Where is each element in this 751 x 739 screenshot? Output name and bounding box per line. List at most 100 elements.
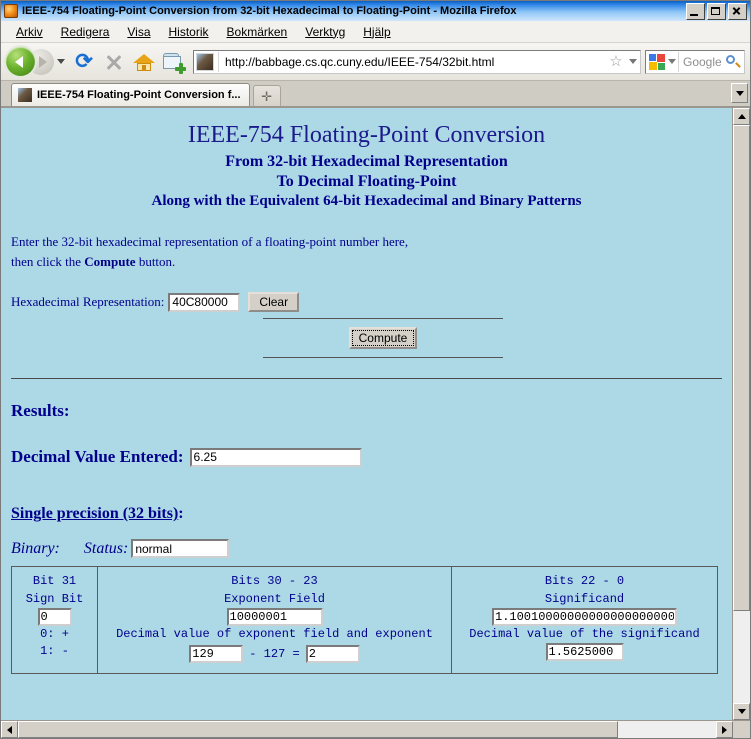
- menu-item-verktyg-label: Verktyg: [305, 24, 346, 39]
- tab-label: IEEE-754 Floating-Point Conversion f...: [37, 89, 241, 101]
- tab-ieee754[interactable]: IEEE-754 Floating-Point Conversion f...: [11, 83, 250, 106]
- maximize-button[interactable]: [707, 2, 726, 20]
- back-forward-group: [6, 47, 65, 76]
- menu-item-redigera-label: Redigera: [60, 24, 110, 39]
- horizontal-scroll-thumb[interactable]: [18, 721, 619, 738]
- exponent-result-input[interactable]: [305, 645, 360, 664]
- search-bar[interactable]: Google: [645, 49, 745, 74]
- browser-window: IEEE-754 Floating-Point Conversion from …: [0, 0, 751, 739]
- close-button[interactable]: [728, 2, 747, 20]
- clear-button[interactable]: Clear: [248, 292, 300, 313]
- exponent-bias-text: - 127 =: [249, 646, 300, 661]
- google-icon-q1: [649, 53, 656, 61]
- significand-decimal-input[interactable]: [545, 643, 624, 662]
- sign-bit-column: Bit 31 Sign Bit 0: + 1: -: [12, 567, 98, 674]
- significand-column: Bits 22 - 0 Significand Decimal value of…: [452, 567, 717, 673]
- compute-section: Compute: [263, 318, 503, 359]
- vertical-scroll-track[interactable]: [733, 125, 750, 703]
- instructions-line-2-post: button.: [135, 254, 176, 270]
- back-button[interactable]: [6, 47, 35, 76]
- maximize-icon: [708, 4, 725, 19]
- menu-bar: Arkiv Redigera Visa Historik Bokmärken V…: [1, 21, 750, 43]
- menu-item-historik-label: Historik: [168, 24, 209, 39]
- search-icon[interactable]: [724, 53, 742, 71]
- tab-strip: IEEE-754 Floating-Point Conversion f... …: [1, 81, 750, 107]
- significand-field-label: Significand: [544, 591, 625, 606]
- horizontal-scroll-track[interactable]: [18, 721, 716, 738]
- exponent-column: Bits 30 - 23 Exponent Field Decimal valu…: [98, 567, 452, 674]
- menu-item-arkiv[interactable]: Arkiv: [7, 23, 52, 41]
- address-bar[interactable]: http://babbage.cs.qc.cuny.edu/IEEE-754/3…: [193, 49, 641, 74]
- home-icon[interactable]: [132, 49, 156, 75]
- sign-value-wrap: [16, 608, 93, 627]
- sign-bits-label: Bit 31: [32, 574, 77, 589]
- significand-binary-wrap: [456, 608, 713, 627]
- sign-field-label: Sign Bit: [25, 591, 84, 606]
- exponent-decimal-input[interactable]: [189, 645, 244, 664]
- instructions: Enter the 32-bit hexadecimal representat…: [11, 232, 722, 272]
- reload-icon[interactable]: ⟳: [72, 49, 96, 75]
- menu-item-visa[interactable]: Visa: [118, 23, 159, 41]
- menu-item-historik[interactable]: Historik: [160, 23, 218, 41]
- results-heading: Results:: [11, 401, 70, 421]
- compute-button[interactable]: Compute: [348, 327, 418, 350]
- minimize-button[interactable]: [686, 2, 705, 20]
- page-favicon-icon: [196, 52, 214, 71]
- minimize-icon: [687, 4, 704, 19]
- scroll-down-button[interactable]: [733, 703, 750, 720]
- bit-fields-table: Bit 31 Sign Bit 0: + 1: - Bits 30 - 23 E…: [11, 566, 718, 675]
- bookmark-star-icon[interactable]: ☆: [606, 54, 626, 69]
- google-icon[interactable]: [649, 53, 665, 70]
- significand-binary-input[interactable]: [492, 608, 677, 627]
- chevron-down-icon[interactable]: [57, 59, 65, 64]
- status-input[interactable]: [131, 539, 230, 559]
- decimal-value-input[interactable]: [189, 447, 362, 467]
- search-input[interactable]: Google: [679, 55, 724, 69]
- significand-decimal-wrap: [456, 643, 713, 662]
- hex-input[interactable]: [168, 292, 241, 312]
- page-subtitle-2: To Decimal Floating-Point: [276, 173, 457, 190]
- google-icon-q3: [649, 61, 657, 70]
- exponent-binary-wrap: [102, 608, 447, 627]
- home-door: [142, 64, 146, 71]
- list-all-tabs-button[interactable]: [731, 83, 748, 103]
- window-controls: [686, 2, 748, 20]
- menu-item-bokmarken-label: Bokmärken: [226, 24, 288, 39]
- scroll-right-button[interactable]: [716, 721, 733, 738]
- sign-legend-minus: 1: -: [40, 644, 69, 659]
- hex-label: Hexadecimal Representation:: [11, 294, 165, 310]
- scroll-left-button[interactable]: [1, 721, 18, 738]
- sign-bit-input[interactable]: [37, 608, 72, 627]
- section-divider: [11, 378, 722, 380]
- new-tab-button[interactable]: ✛: [252, 85, 281, 106]
- menu-item-hjalp[interactable]: Hjälp: [354, 23, 399, 41]
- decimal-value-row: Decimal Value Entered:: [11, 447, 722, 467]
- window-title: IEEE-754 Floating-Point Conversion from …: [22, 5, 517, 17]
- exponent-binary-input[interactable]: [226, 608, 323, 627]
- scroll-up-button[interactable]: [733, 108, 750, 125]
- firefox-icon: [4, 4, 18, 18]
- page-subtitle-1: From 32-bit Hexadecimal Representation: [225, 153, 508, 170]
- menu-item-redigera[interactable]: Redigera: [52, 23, 119, 41]
- vertical-scroll-thumb[interactable]: [733, 125, 750, 611]
- navigation-toolbar: ⟳ http://babbage.cs.qc.cuny.edu/IEEE-754…: [1, 43, 750, 81]
- single-precision-heading: Single precision (32 bits):: [11, 505, 722, 523]
- window-titlebar: IEEE-754 Floating-Point Conversion from …: [1, 1, 750, 21]
- address-dropdown-icon[interactable]: [626, 59, 640, 64]
- divider-top: [263, 318, 503, 320]
- search-engine-dropdown-icon[interactable]: [666, 59, 678, 64]
- menu-item-verktyg[interactable]: Verktyg: [296, 23, 354, 41]
- page-subtitle-3: Along with the Equivalent 64-bit Hexadec…: [151, 193, 582, 209]
- vertical-scrollbar[interactable]: [732, 108, 750, 720]
- web-page: IEEE-754 Floating-Point Conversion From …: [1, 108, 732, 720]
- exponent-decimal-label: Decimal value of exponent field and expo…: [116, 627, 433, 642]
- single-precision-heading-text: Single precision (32 bits): [11, 505, 179, 523]
- google-icon-q2: [657, 53, 665, 62]
- stop-icon[interactable]: [102, 49, 126, 75]
- menu-item-bokmarken[interactable]: Bokmärken: [218, 23, 297, 41]
- horizontal-scrollbar[interactable]: [1, 720, 750, 738]
- binary-label: Binary:: [11, 539, 60, 557]
- address-input[interactable]: http://babbage.cs.qc.cuny.edu/IEEE-754/3…: [219, 55, 606, 69]
- subscribe-folder-icon[interactable]: [161, 49, 187, 75]
- instructions-compute-word: Compute: [84, 254, 136, 270]
